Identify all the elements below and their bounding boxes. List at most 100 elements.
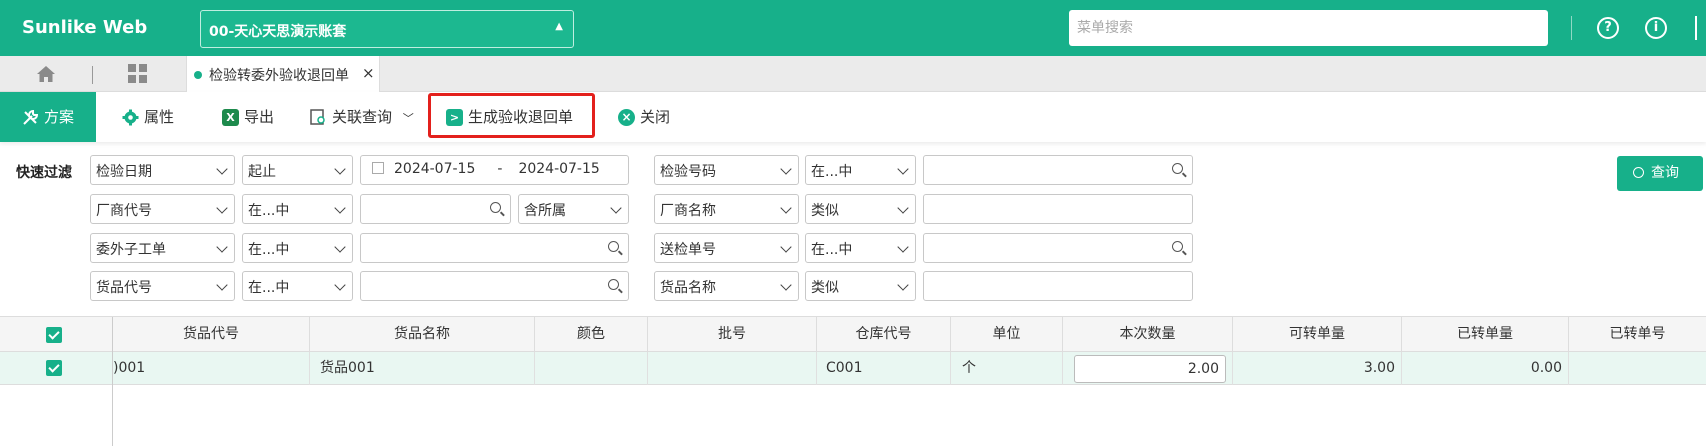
col-item-code[interactable]: 货品代号: [113, 317, 310, 352]
caret-up-icon: ▲: [555, 21, 563, 32]
quick-filter-label: 快速过滤: [16, 165, 72, 181]
chevron-down-icon: [610, 202, 622, 214]
search-icon[interactable]: [608, 279, 619, 290]
filter-op-select[interactable]: 在...中: [242, 271, 353, 301]
date-to: 2024-07-15: [518, 161, 600, 177]
chevron-down-icon: [780, 241, 792, 253]
top-bar: Sunlike Web 00-天心天思演示账套 ▲ ? i: [0, 0, 1706, 56]
col-converted-no[interactable]: 已转单号: [1569, 317, 1706, 352]
filter-field-select[interactable]: 委外子工单: [90, 233, 235, 263]
chevron-down-icon: [216, 279, 228, 291]
filter-field-select[interactable]: 检验号码: [654, 155, 799, 185]
close-button[interactable]: × 关闭: [618, 92, 670, 142]
cell-convertible: 3.00: [1233, 352, 1402, 385]
col-converted[interactable]: 已转单量: [1402, 317, 1569, 352]
export-label: 导出: [244, 108, 275, 126]
filter-value-input[interactable]: [923, 271, 1193, 301]
apps-grid-icon[interactable]: [128, 64, 148, 84]
field-value: 委外子工单: [96, 242, 166, 258]
search-icon[interactable]: [1172, 241, 1183, 252]
filter-field-select[interactable]: 检验日期: [90, 155, 235, 185]
cell-item-name: 货品001: [310, 352, 535, 385]
data-grid: 货品代号 货品名称 颜色 批号 仓库代号 单位 本次数量 可转单量 已转单量 已…: [0, 316, 1706, 446]
grid-header: 货品代号 货品名称 颜色 批号 仓库代号 单位 本次数量 可转单量 已转单量 已…: [0, 317, 1706, 352]
table-row[interactable]: )001 货品001 C001 个 3.00 0.00 2.00: [0, 352, 1706, 385]
chevron-down-icon: [897, 279, 909, 291]
close-tab-icon[interactable]: ×: [362, 64, 375, 82]
home-icon[interactable]: [36, 65, 56, 83]
info-icon[interactable]: i: [1645, 17, 1667, 39]
field-value: 厂商名称: [660, 203, 716, 219]
active-dot-icon: [194, 71, 202, 79]
op-value: 起止: [248, 164, 276, 180]
chevron-down-icon: ﹀: [402, 112, 414, 125]
col-item-name[interactable]: 货品名称: [310, 317, 535, 352]
tab-bar: 检验转委外验收退回单 ×: [0, 56, 1706, 93]
filter-value-input[interactable]: [923, 233, 1193, 263]
filter-op-select[interactable]: 在...中: [242, 194, 353, 224]
filter-value-input[interactable]: [923, 194, 1193, 224]
date-range-input[interactable]: 2024-07-15-2024-07-15: [360, 155, 629, 185]
filter-field-select[interactable]: 货品名称: [654, 271, 799, 301]
calendar-icon: [372, 162, 384, 174]
qty-input[interactable]: 2.00: [1074, 355, 1226, 383]
chevron-down-icon: [780, 279, 792, 291]
chevron-down-icon: [334, 163, 346, 175]
date-from: 2024-07-15: [394, 161, 476, 177]
chevron-down-icon: [334, 279, 346, 291]
close-label: 关闭: [640, 108, 671, 126]
include-subordinate-select[interactable]: 含所属: [518, 194, 629, 224]
col-color[interactable]: 颜色: [535, 317, 648, 352]
menu-search-input[interactable]: [1069, 10, 1548, 46]
filter-field-select[interactable]: 货品代号: [90, 271, 235, 301]
more-edge-icon[interactable]: [1695, 16, 1698, 40]
chevron-down-icon: [216, 241, 228, 253]
tab-inspection-return[interactable]: 检验转委外验收退回单 ×: [186, 56, 380, 93]
filter-value-input[interactable]: [360, 271, 629, 301]
query-button[interactable]: 查询: [1617, 156, 1703, 191]
cell-batch: [648, 352, 817, 385]
filter-op-select[interactable]: 在...中: [242, 233, 353, 263]
op-value: 类似: [811, 280, 839, 296]
search-icon[interactable]: [490, 202, 501, 213]
op-value: 在...中: [248, 203, 290, 219]
col-batch[interactable]: 批号: [648, 317, 817, 352]
chevron-down-icon: [780, 163, 792, 175]
search-icon[interactable]: [608, 241, 619, 252]
related-query-button[interactable]: 关联查询 ﹀: [310, 92, 414, 142]
chevron-down-icon: [334, 202, 346, 214]
filter-field-select[interactable]: 厂商代号: [90, 194, 235, 224]
cell-unit: 个: [951, 352, 1063, 385]
op-value: 在...中: [248, 242, 290, 258]
filter-op-select[interactable]: 在...中: [805, 233, 916, 263]
cell-converted: 0.00: [1402, 352, 1569, 385]
col-unit[interactable]: 单位: [951, 317, 1063, 352]
field-value: 货品代号: [96, 280, 152, 296]
account-selector[interactable]: 00-天心天思演示账套 ▲: [200, 10, 574, 48]
filter-value-input[interactable]: [360, 194, 511, 224]
help-icon[interactable]: ?: [1597, 17, 1619, 39]
filter-field-select[interactable]: 厂商名称: [654, 194, 799, 224]
field-value: 送检单号: [660, 242, 716, 258]
scheme-button[interactable]: 方案: [0, 92, 97, 142]
op-value: 在...中: [811, 164, 853, 180]
app-title: Sunlike Web: [22, 17, 148, 38]
export-button[interactable]: X 导出: [222, 92, 274, 142]
filter-value-input[interactable]: [360, 233, 629, 263]
filter-op-select[interactable]: 在...中: [805, 155, 916, 185]
filter-field-select[interactable]: 送检单号: [654, 233, 799, 263]
filter-op-select[interactable]: 类似: [805, 194, 916, 224]
field-value: 厂商代号: [96, 203, 152, 219]
doc-search-icon: [310, 109, 325, 125]
col-warehouse[interactable]: 仓库代号: [817, 317, 951, 352]
related-query-label: 关联查询: [332, 108, 393, 126]
attributes-button[interactable]: 属性: [122, 92, 174, 142]
filter-op-select[interactable]: 起止: [242, 155, 353, 185]
filter-op-select[interactable]: 类似: [805, 271, 916, 301]
gear-icon: [122, 109, 139, 126]
col-qty[interactable]: 本次数量: [1063, 317, 1233, 352]
search-icon[interactable]: [1172, 163, 1183, 174]
chevron-down-icon: [780, 202, 792, 214]
filter-value-input[interactable]: [923, 155, 1193, 185]
col-convertible[interactable]: 可转单量: [1233, 317, 1402, 352]
